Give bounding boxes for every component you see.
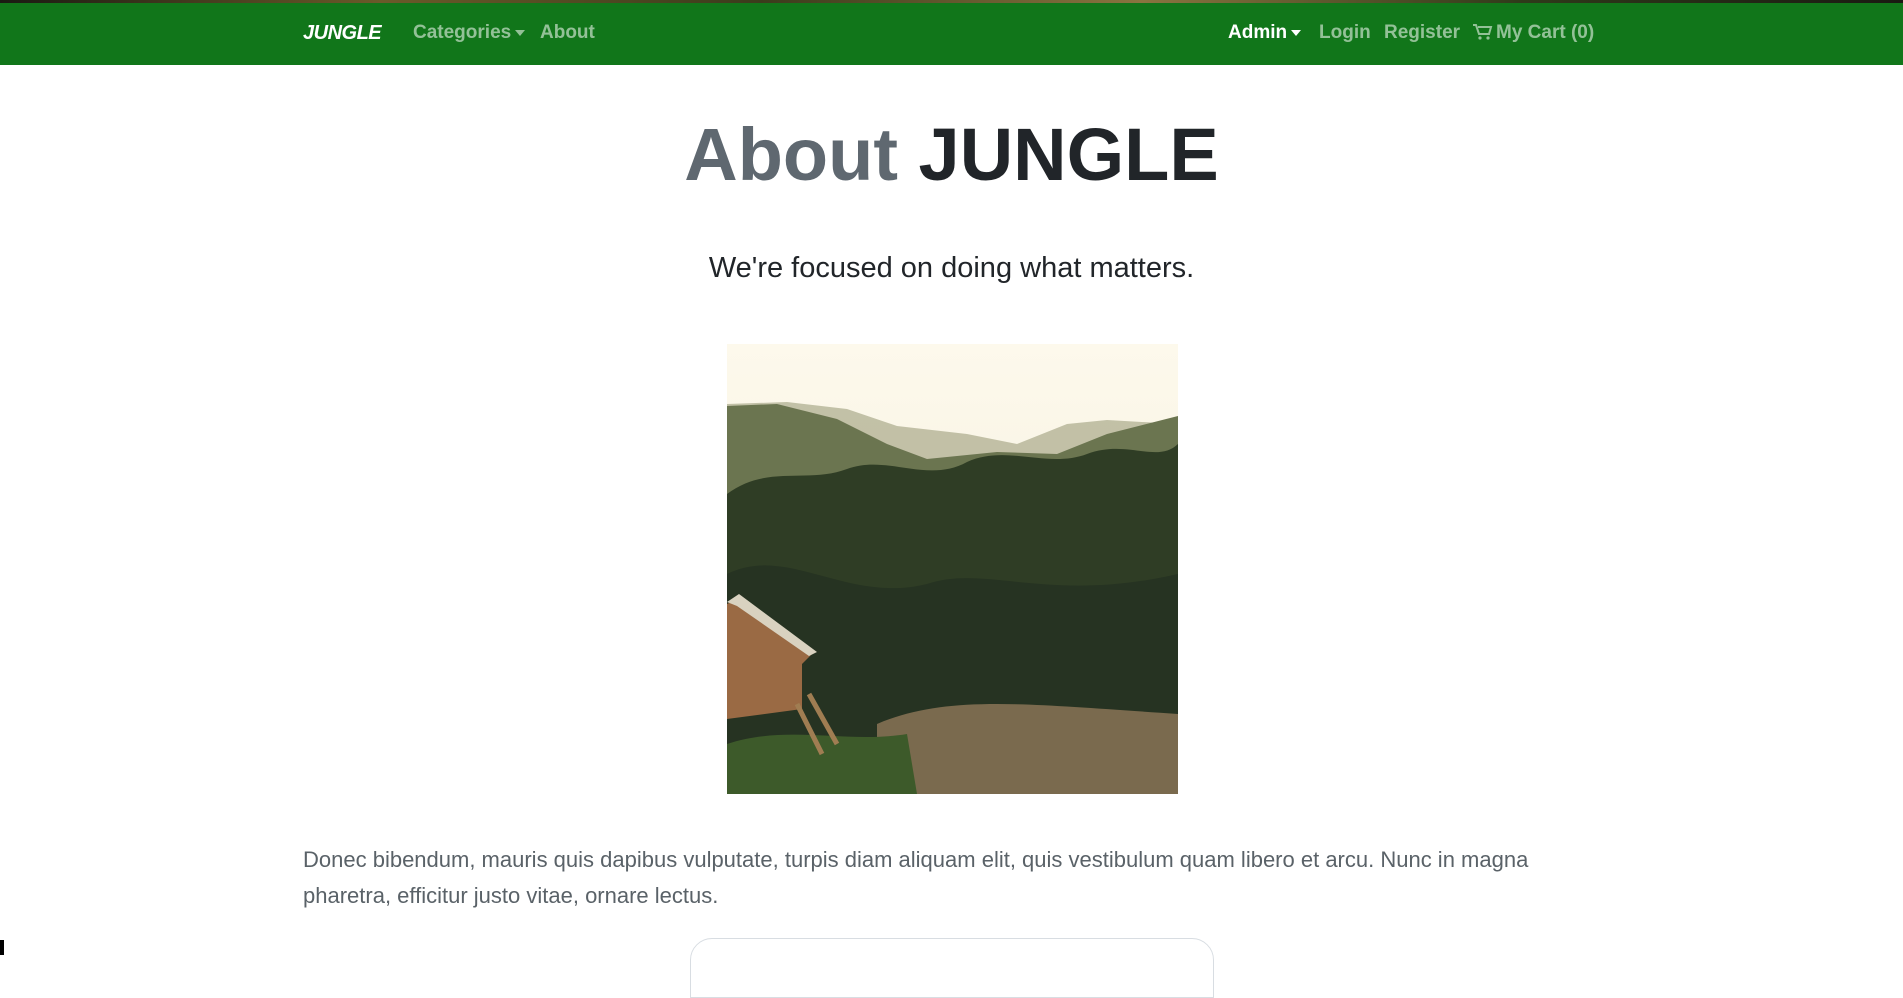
chevron-down-icon bbox=[515, 29, 526, 36]
admin-label: Admin bbox=[1228, 22, 1288, 43]
content-card bbox=[690, 938, 1214, 998]
categories-dropdown[interactable]: Categories bbox=[413, 3, 526, 63]
register-link[interactable]: Register bbox=[1384, 3, 1460, 63]
about-paragraph: Donec bibendum, mauris quis dapibus vulp… bbox=[303, 847, 1529, 908]
landscape-image bbox=[727, 344, 1178, 794]
navbar: JUNGLE Categories About Admin Login Regi… bbox=[0, 3, 1903, 65]
about-link[interactable]: About bbox=[540, 3, 595, 63]
brand-link[interactable]: JUNGLE bbox=[303, 3, 382, 63]
title-bold: JUNGLE bbox=[918, 113, 1219, 196]
admin-dropdown[interactable]: Admin bbox=[1228, 3, 1302, 63]
title-light: About bbox=[684, 113, 898, 196]
chevron-down-icon bbox=[1291, 29, 1302, 36]
subtitle: We're focused on doing what matters. bbox=[708, 252, 1195, 284]
login-link[interactable]: Login bbox=[1319, 3, 1371, 63]
page-title: About JUNGLE bbox=[0, 110, 1903, 200]
cart-link[interactable]: My Cart (0) bbox=[1473, 3, 1594, 63]
window-corner bbox=[0, 940, 4, 955]
categories-label: Categories bbox=[413, 22, 512, 43]
cart-label: My Cart (0) bbox=[1496, 22, 1595, 43]
cart-icon bbox=[1473, 24, 1493, 40]
